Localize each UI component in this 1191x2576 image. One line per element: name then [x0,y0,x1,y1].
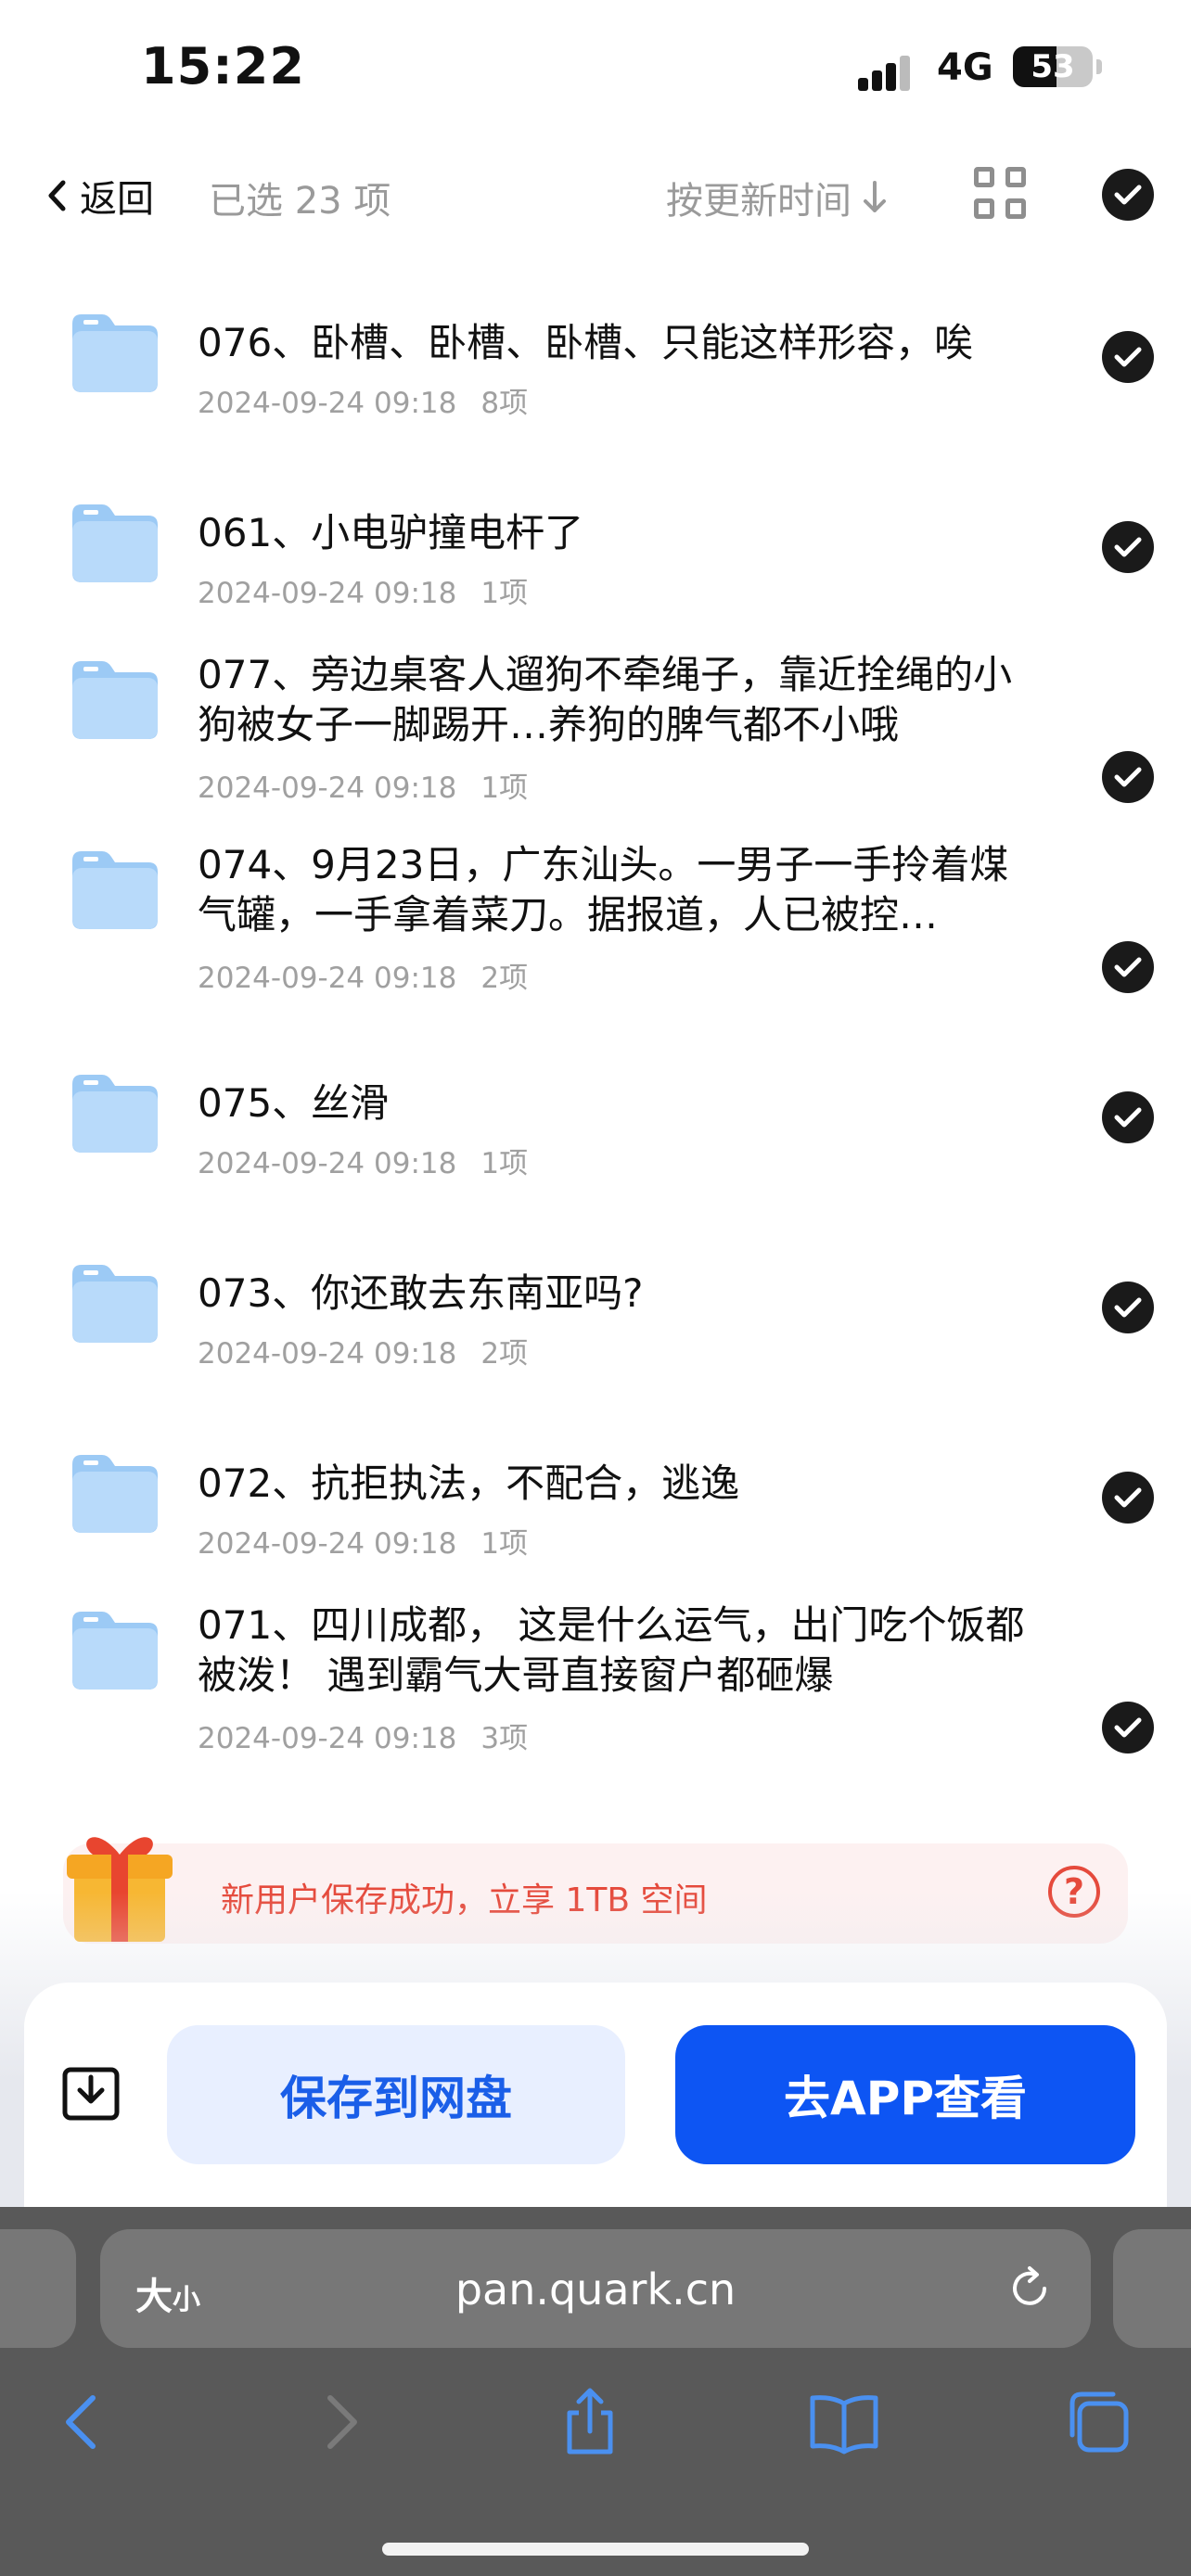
item-count: 1项 [480,1527,529,1561]
back-chevron-icon [48,180,66,211]
item-count: 8项 [480,387,529,420]
next-tab-preview[interactable] [1113,2229,1191,2348]
item-meta: 2024-09-24 09:18 2项 [198,1330,528,1371]
battery-icon: 53 [1013,46,1093,87]
home-indicator [382,2543,809,2556]
tabs-icon[interactable] [1061,2385,1135,2459]
battery-level: 53 [1031,48,1075,85]
item-date: 2024-09-24 09:18 [198,1527,457,1561]
item-meta: 2024-09-24 09:18 8项 [198,379,528,421]
folder-icon [72,1455,158,1533]
share-icon[interactable] [553,2385,627,2459]
item-title: 075、丝滑 [198,1080,390,1126]
prev-tab-preview[interactable] [0,2229,76,2348]
signal-icon [858,48,921,91]
item-count: 1项 [480,577,529,610]
folder-icon [72,1265,158,1343]
item-date: 2024-09-24 09:18 [198,772,457,805]
status-time: 15:22 [141,37,305,96]
item-check-icon[interactable] [1102,331,1154,383]
item-check-icon[interactable] [1102,521,1154,573]
item-date: 2024-09-24 09:18 [198,1147,457,1180]
item-title: 071、四川成都， 这是什么运气，出门吃个饭都被泼！ 遇到霸气大哥直接窗户都砸爆 [198,1602,1025,1698]
item-meta: 2024-09-24 09:18 1项 [198,764,528,806]
item-count: 1项 [480,1147,529,1180]
item-meta: 2024-09-24 09:18 1项 [198,1140,528,1181]
folder-icon [72,851,158,929]
safari-back-icon[interactable] [46,2385,121,2459]
item-title: 074、9月23日，广东汕头。一男子一手拎着煤气罐，一手拿着菜刀。据报道，人已被… [198,842,1009,937]
item-title: 073、你还敢去东南亚吗? [198,1270,644,1316]
url-text: pan.quark.cn [455,2264,736,2315]
back-button[interactable]: 返回 [46,169,154,223]
status-bar: 15:22 4G 53 [0,0,1191,139]
sort-label: 按更新时间 [666,180,852,223]
item-date: 2024-09-24 09:18 [198,1722,457,1755]
item-count: 3项 [480,1722,529,1755]
select-all-check-icon[interactable] [1102,169,1154,221]
item-meta: 2024-09-24 09:18 3项 [198,1715,528,1756]
bookmarks-icon[interactable] [807,2385,881,2459]
item-title: 077、旁边桌客人遛狗不牵绳子，靠近拴绳的小狗被女子一脚踢开…养狗的脾气都不小哦 [198,652,1013,747]
item-meta: 2024-09-24 09:18 1项 [198,569,528,611]
save-to-drive-button[interactable]: 保存到网盘 [167,2025,625,2164]
sort-button[interactable]: 按更新时间 [666,171,889,224]
browser-toolbar [0,2385,1191,2496]
network-label: 4G [937,46,993,89]
item-date: 2024-09-24 09:18 [198,1337,457,1371]
item-meta: 2024-09-24 09:18 1项 [198,1520,528,1562]
item-count: 2项 [480,1337,529,1371]
item-check-icon[interactable] [1102,751,1154,803]
item-check-icon[interactable] [1102,1472,1154,1524]
item-date: 2024-09-24 09:18 [198,962,457,995]
folder-icon [72,1612,158,1690]
item-count: 2项 [480,962,529,995]
item-meta: 2024-09-24 09:18 2项 [198,954,528,996]
item-title: 061、小电驴撞电杆了 [198,510,584,555]
address-bar[interactable]: 大小 pan.quark.cn [100,2229,1091,2348]
download-icon[interactable] [61,2064,121,2123]
item-date: 2024-09-24 09:18 [198,577,457,610]
item-title: 076、卧槽、卧槽、卧槽、只能这样形容，唉 [198,320,974,365]
folder-icon [72,504,158,582]
item-count: 1项 [480,772,529,805]
item-check-icon[interactable] [1102,1282,1154,1333]
item-check-icon[interactable] [1102,1091,1154,1143]
folder-icon [72,1075,158,1153]
folder-icon [72,314,158,392]
open-in-app-button[interactable]: 去APP查看 [675,2025,1135,2164]
safari-forward-icon[interactable] [302,2385,377,2459]
item-check-icon[interactable] [1102,941,1154,993]
folder-icon [72,661,158,739]
item-check-icon[interactable] [1102,1702,1154,1753]
item-date: 2024-09-24 09:18 [198,387,457,420]
top-bar: 返回 已选 23 项 按更新时间 [0,148,1191,241]
action-panel: 保存到网盘 去APP查看 [24,1983,1167,2214]
item-title: 072、抗拒执法，不配合，逃逸 [198,1460,740,1506]
sort-arrow-icon [864,181,886,212]
back-label: 返回 [80,178,154,221]
battery-tip [1096,59,1102,74]
reload-icon[interactable] [1004,2263,1056,2315]
browser-chrome: 大小 pan.quark.cn [0,2207,1191,2576]
grid-view-icon[interactable] [974,167,1028,221]
selected-count: 已选 23 项 [209,180,391,223]
